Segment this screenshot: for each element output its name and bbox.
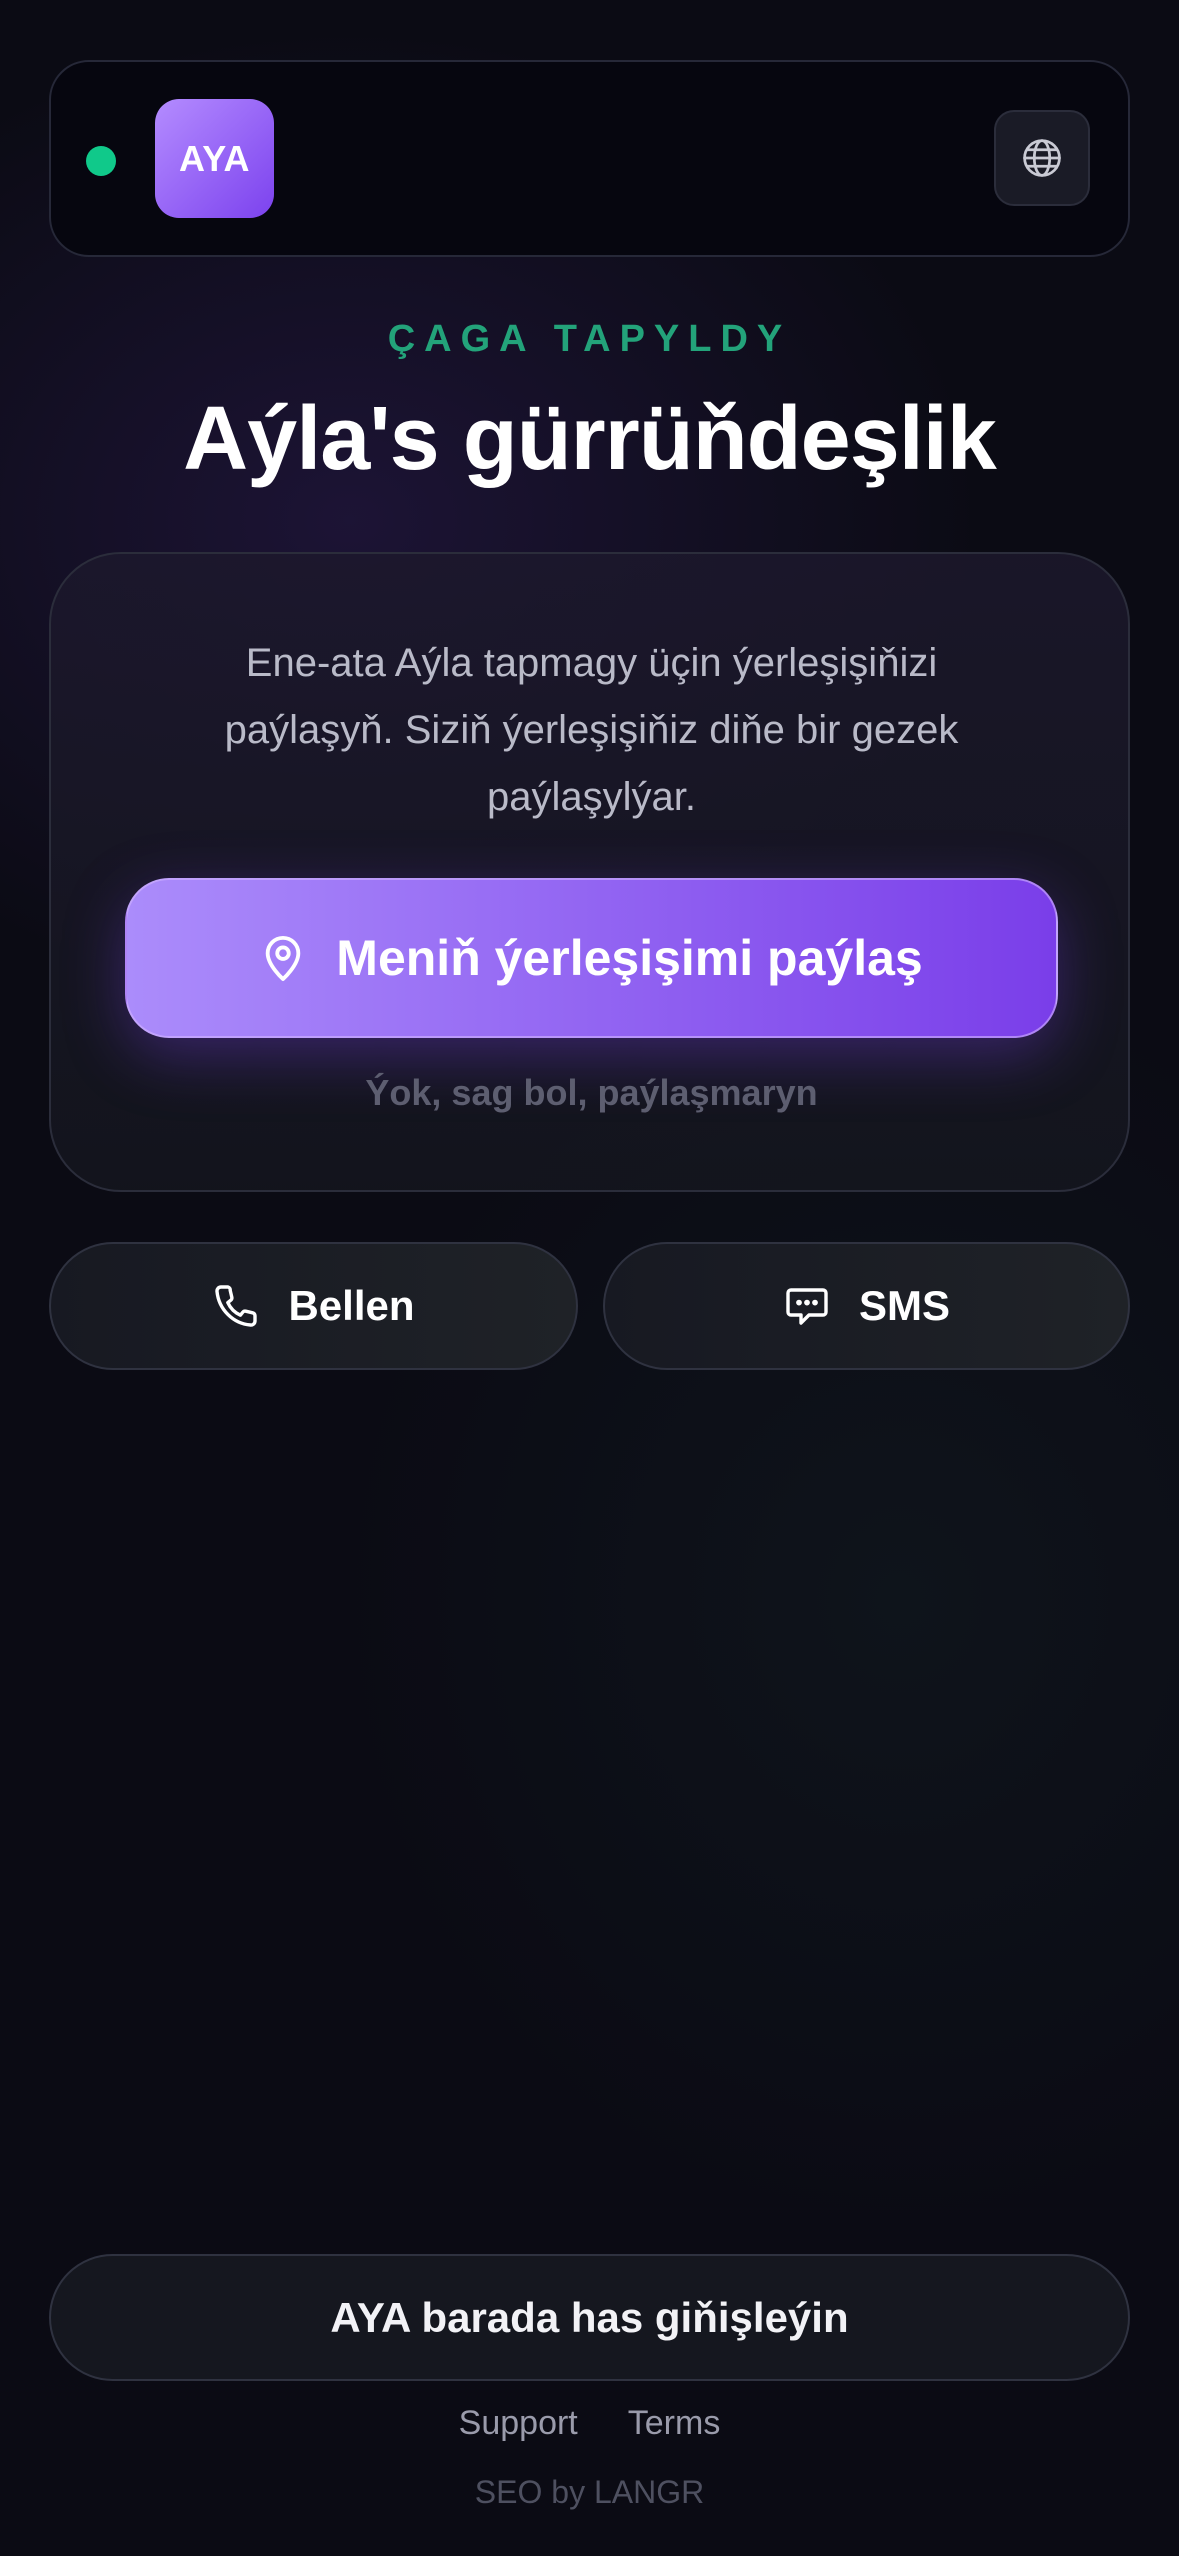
decline-share-link[interactable]: Ýok, sag bol, paýlaşmaryn [51, 1072, 1132, 1114]
call-button[interactable]: Bellen [49, 1242, 578, 1370]
share-location-button[interactable]: Meniň ýerleşişimi paýlaş [125, 878, 1058, 1038]
terms-link[interactable]: Terms [628, 2404, 721, 2443]
sms-button-label: SMS [858, 1282, 950, 1329]
share-description: Ene-ata Aýla tapmagy üçin ýerleşişiňizi … [224, 641, 959, 819]
chat-bubble-icon [786, 1288, 828, 1325]
language-button[interactable] [994, 110, 1090, 206]
footer-credit: SEO by LANGR [474, 2474, 705, 2510]
location-share-card: Ene-ata Aýla tapmagy üçin ýerleşişiňizi … [49, 552, 1130, 1192]
learn-more-button[interactable]: AYA barada has giňişleýin [49, 2254, 1130, 2381]
online-status-dot [86, 146, 116, 176]
share-location-label: Meniň ýerleşişimi paýlaş [336, 930, 923, 986]
support-link[interactable]: Support [459, 2404, 578, 2443]
call-button-label: Bellen [288, 1282, 415, 1329]
footer-links: Support Terms [0, 2404, 1179, 2443]
app-logo[interactable]: AYA [155, 99, 274, 218]
top-bar: AYA [49, 60, 1130, 257]
page-title: Aýla's gürrüňdeşlik [183, 389, 997, 489]
sms-button[interactable]: SMS [603, 1242, 1130, 1370]
found-child-label: ÇAGA TAPYLDY [387, 318, 792, 360]
globe-icon [1023, 139, 1061, 177]
phone-icon [215, 1285, 258, 1327]
location-pin-icon [266, 936, 301, 981]
